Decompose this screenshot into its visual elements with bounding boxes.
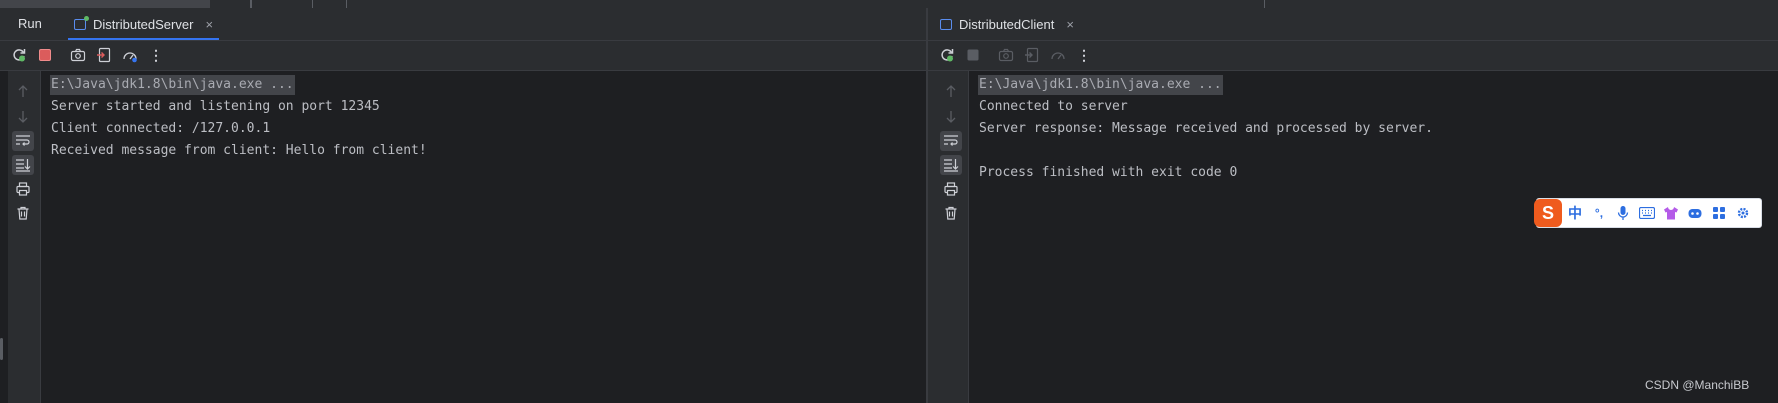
robot-icon <box>1688 209 1702 218</box>
down-arrow-icon <box>18 111 28 123</box>
soft-wrap-icon <box>944 135 958 146</box>
top-strip-sep <box>250 0 252 8</box>
rerun-button[interactable] <box>10 46 28 64</box>
running-indicator-icon <box>84 15 89 21</box>
console-line: Client connected: /127.0.0.1 <box>51 121 271 136</box>
up-arrow-icon <box>946 85 956 97</box>
soft-wrap-icon <box>16 135 30 146</box>
keyboard-icon <box>1639 207 1655 219</box>
java-run-config-icon <box>74 15 89 30</box>
print-button[interactable] <box>12 179 34 199</box>
soft-wrap-button[interactable] <box>12 131 34 151</box>
top-strip-sep <box>346 0 347 8</box>
console-line: Server response: Message received and pr… <box>979 121 1433 136</box>
ime-keyboard-button[interactable] <box>1636 202 1658 224</box>
trash-icon <box>945 206 957 220</box>
top-strip-sep <box>312 0 313 8</box>
ime-punctuation-button[interactable]: °, <box>1588 202 1610 224</box>
console-line: Process finished with exit code 0 <box>979 165 1238 180</box>
clear-all-button[interactable] <box>940 203 962 223</box>
stop-icon <box>967 49 979 61</box>
down-arrow-icon <box>946 111 956 123</box>
more-options-button[interactable]: ⋮ <box>147 46 165 64</box>
tab-label: DistributedClient <box>959 16 1055 32</box>
top-strip <box>0 0 1778 8</box>
scroll-to-end-icon <box>16 159 31 172</box>
left-edge-handle[interactable] <box>0 338 3 360</box>
camera-icon <box>70 48 86 62</box>
console-command-line[interactable]: E:\Java\jdk1.8\bin\java.exe ... <box>50 75 295 95</box>
scroll-to-end-button[interactable] <box>940 155 962 175</box>
print-icon <box>16 182 30 196</box>
exit-button[interactable] <box>95 46 113 64</box>
print-button[interactable] <box>940 179 962 199</box>
scroll-to-end-button[interactable] <box>12 155 34 175</box>
ime-microphone-button[interactable] <box>1612 202 1634 224</box>
up-arrow-button[interactable] <box>12 81 34 101</box>
ime-chinese-mode-button[interactable]: 中 <box>1564 202 1586 224</box>
up-arrow-button[interactable] <box>940 81 962 101</box>
print-icon <box>944 182 958 196</box>
speedometer-icon <box>1051 52 1065 60</box>
clear-all-button[interactable] <box>12 203 34 223</box>
dump-threads-button[interactable] <box>997 46 1015 64</box>
exit-icon <box>1025 47 1039 63</box>
client-console-gutter <box>928 71 969 403</box>
console-line: Received message from client: Hello from… <box>51 143 427 158</box>
exit-icon <box>97 47 111 63</box>
ime-logo-icon[interactable]: S <box>1534 199 1562 227</box>
close-icon[interactable]: × <box>1066 17 1074 32</box>
up-arrow-icon <box>18 85 28 97</box>
console-command-line[interactable]: E:\Java\jdk1.8\bin\java.exe ... <box>978 75 1223 95</box>
tab-distributed-server[interactable]: DistributedServer × <box>68 8 220 40</box>
tab-distributed-client[interactable]: DistributedClient × <box>940 8 1074 40</box>
stop-button[interactable] <box>964 46 982 64</box>
dump-threads-button[interactable] <box>69 46 87 64</box>
ime-toolbox-button[interactable] <box>1708 202 1730 224</box>
more-options-button[interactable]: ⋮ <box>1075 46 1093 64</box>
down-arrow-button[interactable] <box>940 107 962 127</box>
server-toolbar: ⋮ <box>0 41 926 71</box>
rerun-icon <box>941 49 954 62</box>
run-panel-label: Run <box>18 16 42 31</box>
exit-button[interactable] <box>1023 46 1041 64</box>
client-toolbar: ⋮ <box>928 41 1778 71</box>
server-tab-bar: Run DistributedServer × <box>0 8 926 41</box>
client-console-output[interactable]: E:\Java\jdk1.8\bin\java.exe ... Connecte… <box>978 71 1778 403</box>
ime-settings-button[interactable] <box>1732 202 1754 224</box>
profiler-button[interactable] <box>1049 46 1067 64</box>
soft-wrap-button[interactable] <box>940 131 962 151</box>
gear-icon <box>1737 207 1749 219</box>
profiler-button[interactable] <box>121 46 139 64</box>
client-tab-bar: DistributedClient × <box>928 8 1778 41</box>
ime-assistant-button[interactable] <box>1684 202 1706 224</box>
speedometer-icon <box>123 52 137 63</box>
console-line: Server started and listening on port 123… <box>51 99 380 114</box>
grid-icon <box>1713 207 1725 219</box>
ime-skin-button[interactable] <box>1660 202 1682 224</box>
console-line: Connected to server <box>979 99 1128 114</box>
server-run-pane: Run DistributedServer × ⋮ E:\Java\jdk1.8… <box>0 8 926 403</box>
server-console-gutter <box>0 71 41 403</box>
tab-label: DistributedServer <box>93 16 194 32</box>
microphone-icon <box>1617 206 1629 220</box>
scroll-to-end-icon <box>944 159 959 172</box>
stop-button[interactable] <box>36 46 54 64</box>
server-console-output[interactable]: E:\Java\jdk1.8\bin\java.exe ... Server s… <box>50 71 926 403</box>
stop-icon <box>39 49 51 61</box>
rerun-icon <box>13 49 26 62</box>
close-icon[interactable]: × <box>205 17 213 32</box>
java-run-config-icon <box>940 18 952 30</box>
tshirt-icon <box>1664 207 1678 220</box>
rerun-button[interactable] <box>938 46 956 64</box>
down-arrow-button[interactable] <box>12 107 34 127</box>
trash-icon <box>17 206 29 220</box>
top-strip-sep <box>1264 0 1265 8</box>
top-strip-tab <box>0 0 210 8</box>
camera-icon <box>998 48 1014 62</box>
ime-toolbar[interactable]: S 中 °, <box>1534 198 1762 228</box>
watermark: CSDN @ManchiBB <box>1645 378 1750 392</box>
